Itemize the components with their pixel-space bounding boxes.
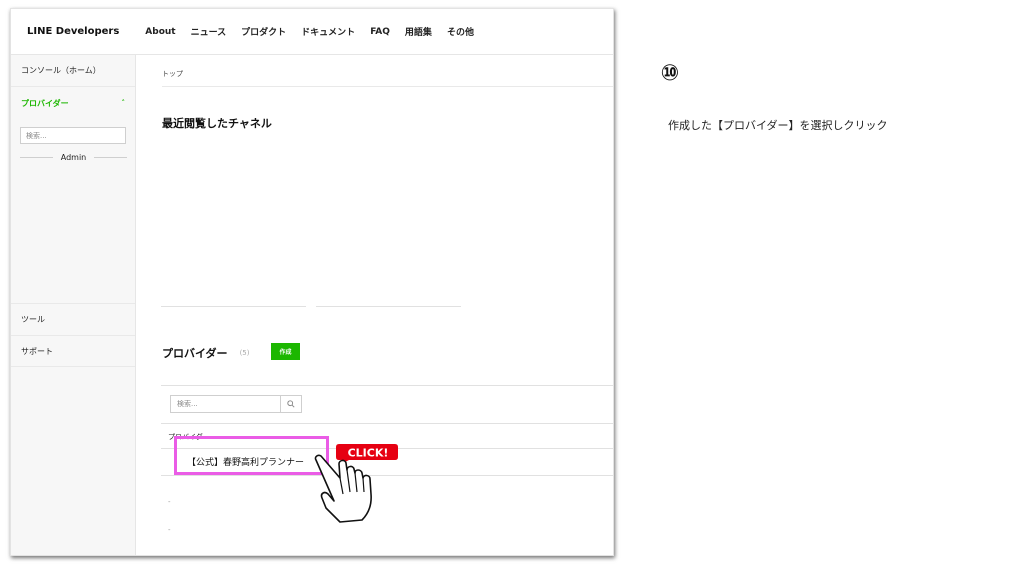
create-provider-button[interactable]: 作成 [271,343,300,360]
nav-products[interactable]: プロダクト [241,25,286,38]
chevron-up-icon: ˄ [121,99,126,107]
nav-more[interactable]: その他 [447,25,474,38]
providers-count: (5) [239,349,250,357]
empty-cell: - [168,498,171,506]
channel-card-placeholder [161,306,306,307]
sidebar-admin-label: Admin [60,153,87,162]
nav-documents[interactable]: ドキュメント [301,25,355,38]
pointing-hand-icon [314,454,372,523]
nav-news[interactable]: ニュース [191,25,227,38]
sidebar-item-label: プロバイダー [21,98,69,108]
nav-faq[interactable]: FAQ [370,27,390,37]
providers-heading: プロバイダー (5) [162,345,249,361]
sidebar-search-input[interactable]: 検索... [20,127,126,144]
step-number: ⑩ [660,60,680,86]
highlight-box [174,436,329,475]
divider [161,423,613,424]
divider [162,86,613,87]
divider [20,157,53,158]
sidebar-item-support[interactable]: サポート [11,335,135,367]
recent-channels-heading: 最近閲覧したチャネル [162,117,272,130]
sidebar-bottom-menu: ツール サポート [11,303,135,367]
sidebar-provider-admin[interactable]: Admin [20,153,127,162]
main-nav: About ニュース プロダクト ドキュメント FAQ 用語集 その他 [145,25,489,39]
providers-title: プロバイダー [162,347,228,360]
provider-search-input[interactable]: 検索... [171,396,281,412]
sidebar: コンソール（ホーム） プロバイダー ˄ 検索... Admin ツール サポート [11,55,136,555]
step-instruction: 作成した【プロバイダー】を選択しクリック [668,119,888,132]
nav-about[interactable]: About [145,27,175,37]
sidebar-item-tools[interactable]: ツール [11,303,135,335]
top-navigation-bar: LINE Developers About ニュース プロダクト ドキュメント … [11,9,613,55]
channel-card-placeholder [316,306,461,307]
site-logo[interactable]: LINE Developers [27,26,119,37]
breadcrumb[interactable]: トップ [162,69,183,79]
nav-glossary[interactable]: 用語集 [405,25,432,38]
sidebar-item-console-home[interactable]: コンソール（ホーム） [11,55,135,87]
sidebar-item-providers[interactable]: プロバイダー ˄ [11,87,135,119]
search-icon[interactable] [281,396,301,412]
provider-search: 検索... [170,395,302,413]
divider [161,385,613,386]
divider [94,157,127,158]
empty-cell: - [168,526,171,534]
